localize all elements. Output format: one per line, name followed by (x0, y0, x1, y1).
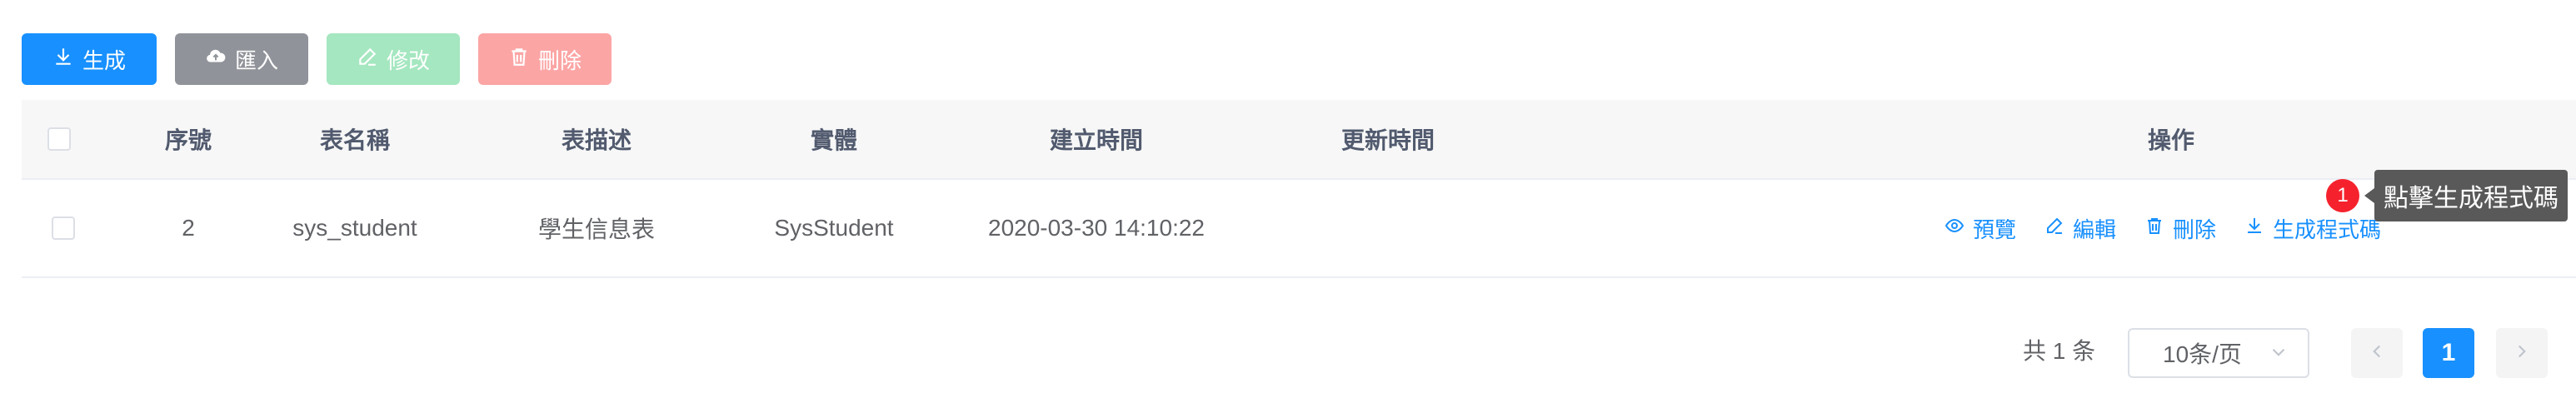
column-header-entity[interactable]: 實體 (730, 100, 938, 178)
table-header: 序號 表名稱 表描述 實體 建立時間 更新時間 操作 (22, 100, 2576, 180)
next-page-button[interactable] (2496, 328, 2548, 378)
row-select-cell (22, 180, 105, 276)
column-header-actions: 操作 (2147, 127, 2194, 153)
prev-page-button[interactable] (2351, 328, 2403, 378)
generate-button[interactable]: 生成 (22, 33, 157, 85)
column-header-created[interactable]: 建立時間 (938, 100, 1255, 178)
chevron-right-icon (2511, 341, 2533, 366)
chevron-left-icon (2366, 341, 2388, 366)
generate-button-label: 生成 (82, 47, 126, 73)
toolbar: 生成 匯入 修改 刪除 (22, 33, 612, 85)
row-checkbox[interactable] (52, 216, 75, 240)
tooltip-arrow (2364, 188, 2374, 203)
delete-label: 刪除 (2173, 216, 2217, 242)
step-badge: 1 (2326, 179, 2359, 212)
import-button-label: 匯入 (234, 47, 278, 73)
cell-created: 2020-03-30 14:10:22 (988, 215, 1205, 241)
download-icon (52, 46, 74, 73)
select-all-checkbox[interactable] (47, 127, 71, 151)
generate-code-link[interactable]: 生成程式碼 (2244, 213, 2381, 244)
cell-table-name: sys_student (292, 215, 417, 241)
delete-button[interactable]: 刪除 (478, 33, 612, 85)
page-size-value: 10条/页 (2163, 341, 2242, 367)
table-row: 2 sys_student 學生信息表 SysStudent 2020-03-3… (22, 180, 2576, 278)
cell-entity: SysStudent (774, 215, 894, 241)
pencil-icon (2044, 216, 2064, 241)
pagination-total: 共 1 条 (2023, 338, 2096, 364)
cell-updated (1230, 180, 1546, 276)
preview-link[interactable]: 預覽 (1944, 213, 2016, 244)
cell-table-desc: 學生信息表 (537, 216, 655, 242)
delete-button-label: 刪除 (537, 47, 582, 73)
page-number-current[interactable]: 1 (2423, 328, 2474, 378)
select-all-cell (22, 100, 97, 178)
preview-label: 預覽 (1972, 216, 2016, 242)
cloud-upload-icon (205, 46, 227, 73)
trash-icon (508, 46, 530, 73)
chevron-down-icon (2268, 341, 2289, 369)
delete-link[interactable]: 刪除 (2144, 213, 2216, 244)
column-header-updated[interactable]: 更新時間 (1230, 100, 1546, 178)
column-header-table-name[interactable]: 表名稱 (247, 100, 463, 178)
page-size-select[interactable]: 10条/页 (2128, 328, 2309, 378)
generate-code-label: 生成程式碼 (2273, 216, 2382, 242)
import-button[interactable]: 匯入 (175, 33, 308, 85)
edit-button[interactable]: 修改 (327, 33, 460, 85)
edit-button-label: 修改 (386, 47, 430, 73)
eye-icon (1944, 216, 1964, 241)
tooltip: 點擊生成程式碼 (2374, 170, 2568, 221)
column-header-table-desc[interactable]: 表描述 (488, 100, 705, 178)
download-icon (2244, 216, 2264, 241)
data-table: 序號 表名稱 表描述 實體 建立時間 更新時間 操作 2 sys_student… (22, 100, 2576, 278)
trash-icon (2144, 216, 2164, 241)
edit-link[interactable]: 編輯 (2044, 213, 2116, 244)
edit-label: 編輯 (2072, 216, 2116, 242)
pencil-icon (357, 46, 378, 73)
